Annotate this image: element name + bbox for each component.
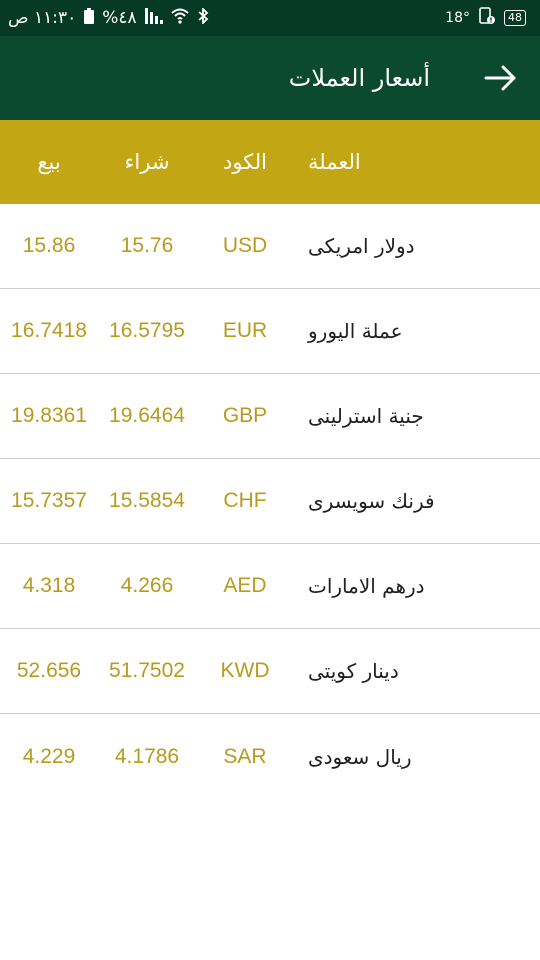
status-bar: ١١:٣٠ ص %٤٨ 18° 48 — [0, 0, 540, 36]
currency-name: دينار كويتى — [308, 659, 399, 683]
buy-price: 15.5854 — [109, 489, 185, 512]
buy-price: 16.5795 — [109, 319, 185, 342]
table-row[interactable]: درهم الامارات AED 4.266 4.318 — [0, 544, 540, 629]
sell-price: 15.86 — [22, 234, 76, 257]
battery-percent: %٤٨ — [102, 8, 137, 28]
clock: ١١:٣٠ ص — [8, 8, 77, 28]
battery-level-box: 48 — [504, 10, 526, 26]
currency-code: KWD — [220, 659, 270, 682]
currency-name: عملة اليورو — [308, 319, 403, 343]
table-header: العملة الكود شراء بيع — [0, 120, 540, 204]
currency-code: CHF — [223, 489, 267, 512]
currency-code: AED — [223, 574, 267, 597]
currency-name: ريال سعودى — [308, 744, 412, 769]
app-bar: أسعار العملات — [0, 36, 540, 120]
signal-icon — [144, 7, 163, 29]
wifi-icon — [170, 8, 189, 29]
status-right-group: 18° 48 — [445, 0, 526, 36]
table-row[interactable]: دينار كويتى KWD 51.7502 52.656 — [0, 629, 540, 714]
currency-name: جنية استرلينى — [308, 404, 424, 428]
header-sell: بيع — [37, 150, 61, 174]
table-row[interactable]: جنية استرلينى GBP 19.6464 19.8361 — [0, 374, 540, 459]
sell-price: 4.229 — [22, 744, 76, 768]
sell-price: 19.8361 — [11, 404, 87, 427]
buy-price: 51.7502 — [109, 659, 185, 682]
currency-code: GBP — [222, 404, 268, 427]
table-row[interactable]: فرنك سويسرى CHF 15.5854 15.7357 — [0, 459, 540, 544]
header-currency: العملة — [308, 150, 361, 174]
currency-list: دولار امريكى USD 15.76 15.86 عملة اليورو… — [0, 204, 540, 799]
table-row[interactable]: ريال سعودى SAR 4.1786 4.229 — [0, 714, 540, 799]
header-buy: شراء — [124, 150, 170, 174]
phone-alert-icon — [478, 6, 496, 30]
buy-price: 15.76 — [120, 234, 174, 257]
bluetooth-icon — [197, 6, 209, 29]
temperature: 18° — [445, 10, 470, 26]
currency-name: درهم الامارات — [308, 574, 425, 598]
buy-price: 4.1786 — [114, 744, 180, 768]
status-left-group: ١١:٣٠ ص %٤٨ — [8, 0, 209, 36]
sell-price: 15.7357 — [11, 489, 87, 512]
currency-name: دولار امريكى — [308, 234, 415, 258]
sell-price: 4.318 — [22, 574, 76, 597]
table-row[interactable]: عملة اليورو EUR 16.5795 16.7418 — [0, 289, 540, 374]
currency-code: SAR — [223, 744, 267, 768]
arrow-right-icon[interactable] — [484, 62, 518, 94]
buy-price: 4.266 — [120, 574, 174, 597]
sell-price: 52.656 — [16, 659, 82, 682]
header-code: الكود — [222, 150, 268, 174]
currency-code: USD — [222, 234, 268, 257]
currency-code: EUR — [222, 319, 268, 342]
battery-icon — [84, 7, 95, 29]
table-row[interactable]: دولار امريكى USD 15.76 15.86 — [0, 204, 540, 289]
buy-price: 19.6464 — [109, 404, 185, 427]
sell-price: 16.7418 — [11, 319, 87, 342]
page-title: أسعار العملات — [288, 64, 430, 92]
currency-name: فرنك سويسرى — [308, 489, 435, 513]
